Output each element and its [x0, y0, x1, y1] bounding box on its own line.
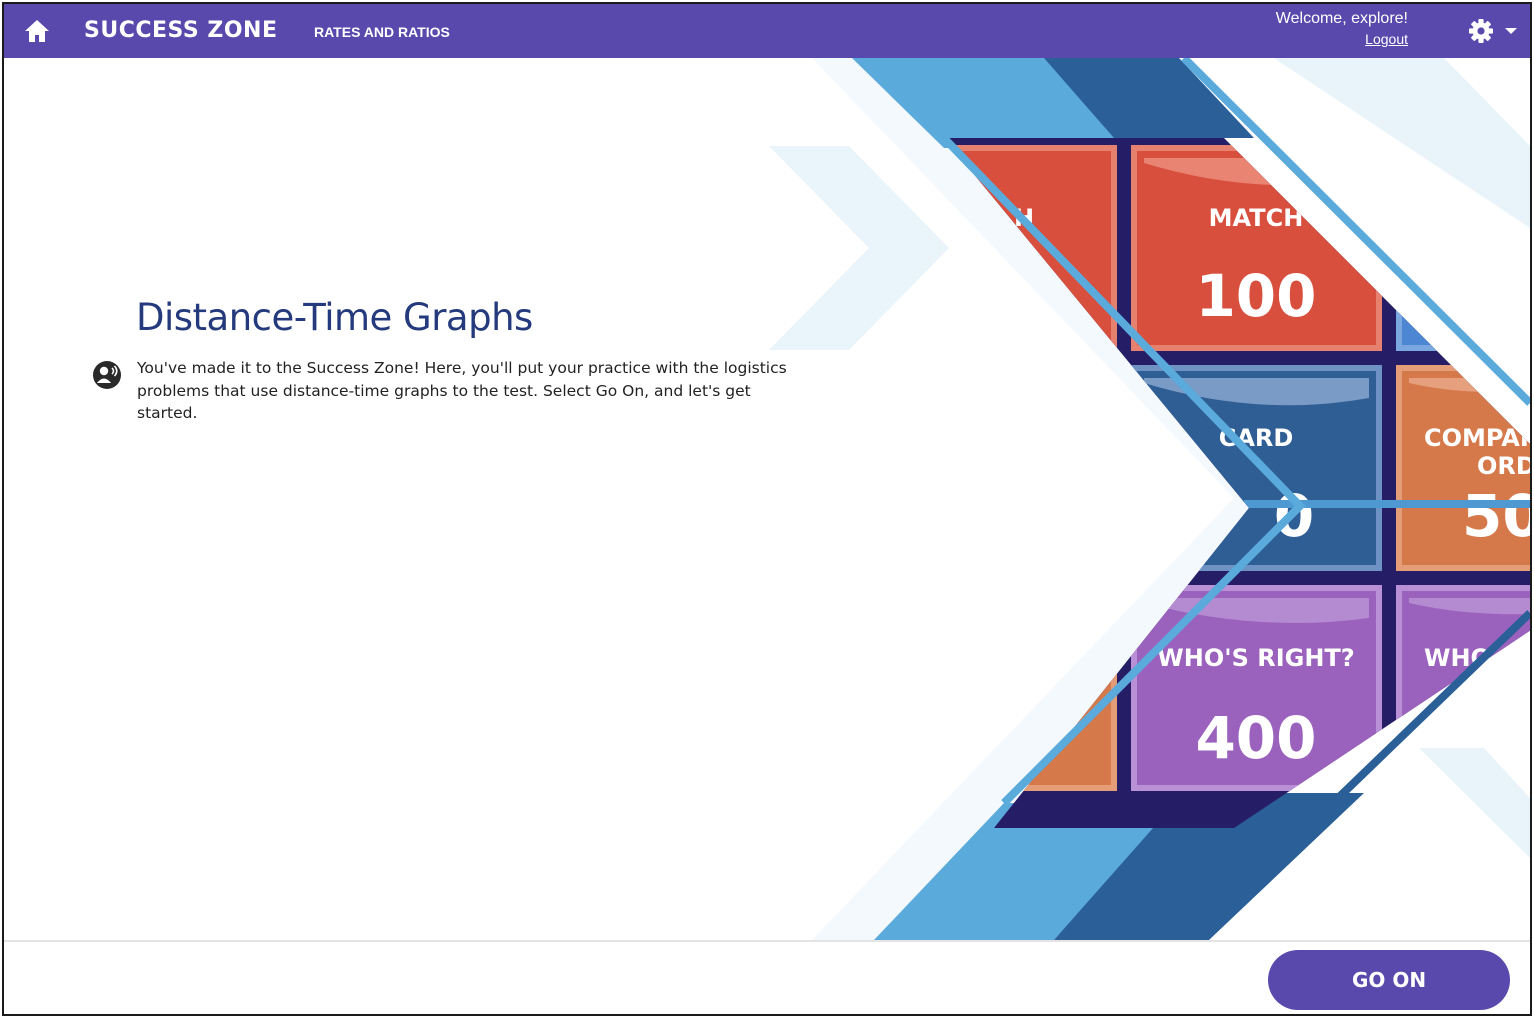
bg-chevron [1419, 748, 1530, 858]
home-button[interactable] [22, 17, 52, 45]
tile-points: 50 [1462, 482, 1530, 550]
gear-icon [1469, 19, 1493, 43]
game-board-illustration: H MATCH 100 CARD 0 COMPAR ORD 50 WHO'S R… [769, 58, 1530, 940]
go-on-button[interactable]: GO ON [1268, 950, 1510, 1010]
bg-chevron [769, 146, 949, 350]
tile-label-line2: ORD [1477, 452, 1530, 480]
tile-label: COMPAR [1424, 424, 1530, 452]
user-welcome: Welcome, explore! Logout [1276, 10, 1408, 49]
welcome-text: Welcome, explore! [1275, 10, 1408, 27]
tile-points: 400 [1195, 704, 1316, 772]
tile-points: 100 [1195, 262, 1316, 330]
bg-chevron [1274, 58, 1530, 228]
tile-label: MATCH [1209, 204, 1304, 232]
logout-link[interactable]: Logout [1365, 31, 1408, 47]
app-window: SUCCESS ZONE RATES AND RATIOS Welcome, e… [2, 2, 1532, 1016]
page-title: Distance-Time Graphs [136, 296, 533, 339]
audio-speaker-icon[interactable] [92, 360, 122, 390]
home-icon [25, 20, 49, 42]
stripe-light [1244, 500, 1530, 508]
intro-text: You've made it to the Success Zone! Here… [137, 359, 787, 422]
section-title: RATES AND RATIOS [314, 24, 450, 40]
app-title: SUCCESS ZONE [84, 18, 278, 43]
settings-menu-button[interactable] [1468, 18, 1520, 44]
caret-down-icon [1505, 28, 1517, 34]
top-bar: SUCCESS ZONE RATES AND RATIOS Welcome, e… [4, 4, 1530, 58]
tile-label: WHO'S RIGHT? [1157, 644, 1354, 672]
footer-divider [4, 940, 1530, 942]
